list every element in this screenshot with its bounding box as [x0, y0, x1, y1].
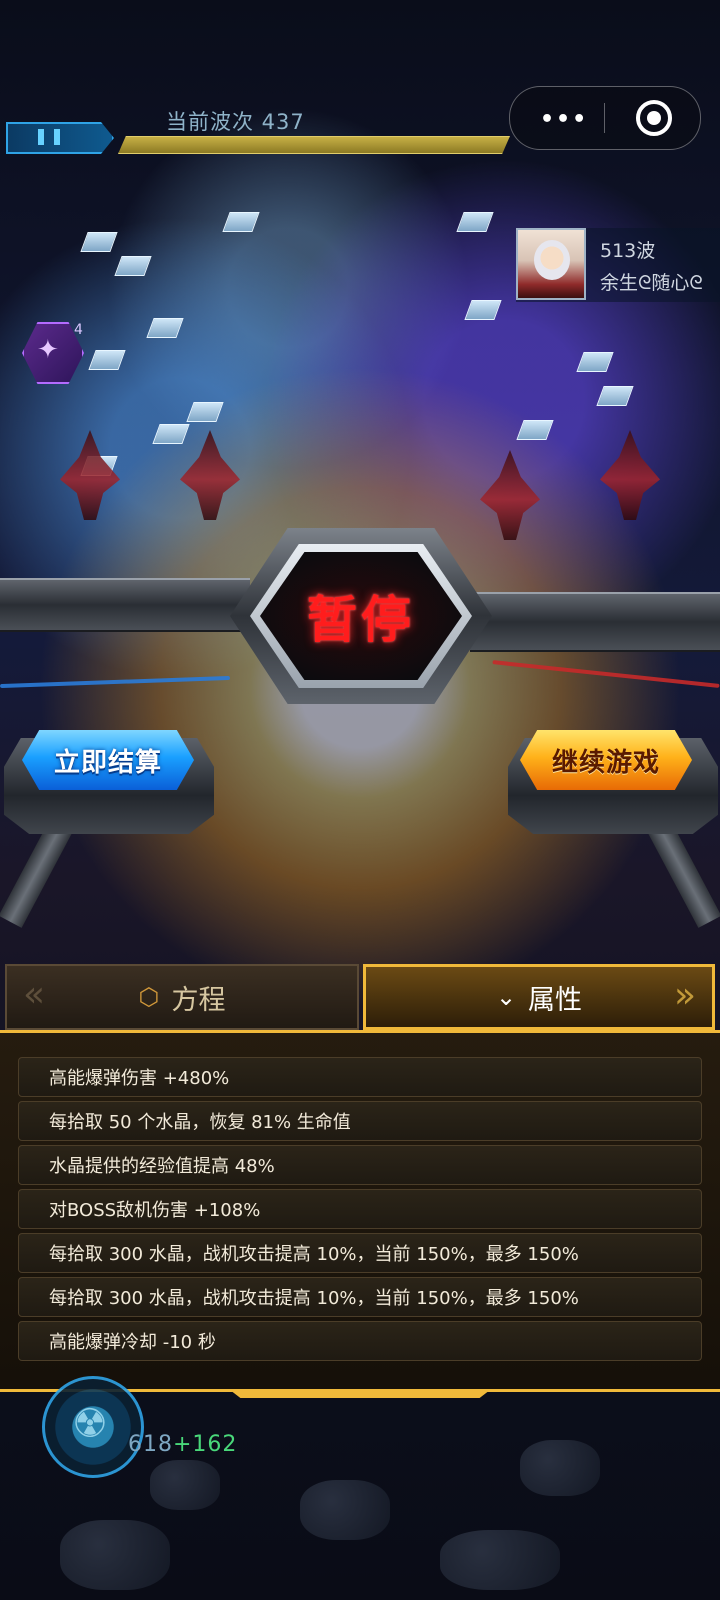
asteroid	[440, 1530, 560, 1590]
tab-attributes-label: 属性	[528, 984, 583, 1016]
close-target-icon[interactable]	[636, 100, 672, 136]
rival-wave: 513波	[600, 240, 656, 262]
enemy-ship	[180, 430, 240, 520]
score-readout: 618+162	[128, 1432, 237, 1457]
more-menu-button[interactable]: •••	[540, 107, 588, 132]
rival-name: 余生ᘓ随心ᘓ	[600, 272, 703, 294]
crystal-cube	[222, 212, 260, 232]
crystal-cube	[516, 420, 554, 440]
mech-arm-right	[470, 592, 720, 652]
skill-emblem-icon: ✦	[37, 335, 59, 365]
bomb-button[interactable]: ☢	[42, 1376, 144, 1478]
radiation-icon: ☢	[72, 1401, 108, 1447]
hexagon-icon: ⬡	[138, 983, 160, 1011]
crystal-cube	[152, 424, 190, 444]
game-scene: 当前波次 437 ••• 513波 余生ᘓ随心ᘓ ✦ 4 暂停 立即结算 继续游…	[0, 0, 720, 1600]
enemy-ship	[480, 450, 540, 540]
mech-arm-left	[0, 578, 250, 632]
pause-icon	[38, 129, 60, 145]
rival-card: 513波 余生ᘓ随心ᘓ	[516, 228, 720, 302]
cable-blue	[0, 675, 230, 689]
pause-title: 暂停	[307, 591, 415, 649]
tab-formula-label: 方程	[171, 984, 226, 1016]
score-value: 618	[128, 1432, 173, 1457]
crystal-cube	[186, 402, 224, 422]
wave-counter: 当前波次 437	[166, 110, 305, 134]
skill-count: 4	[74, 322, 83, 338]
settle-button[interactable]: 立即结算	[22, 730, 194, 790]
asteroid	[60, 1520, 170, 1590]
list-item: 每拾取 50 个水晶，恢复 81% 生命值	[18, 1101, 702, 1141]
avatar	[516, 228, 586, 300]
crystal-cube	[88, 350, 126, 370]
list-item: 每拾取 300 水晶，战机攻击提高 10%，当前 150%，最多 150%	[18, 1233, 702, 1273]
list-item: 每拾取 300 水晶，战机攻击提高 10%，当前 150%，最多 150%	[18, 1277, 702, 1317]
cable-red	[492, 660, 720, 688]
crystal-cube	[146, 318, 184, 338]
wave-progress-bar	[118, 136, 510, 154]
crystal-cube	[596, 386, 634, 406]
list-item: 水晶提供的经验值提高 48%	[18, 1145, 702, 1185]
enemy-ship	[60, 430, 120, 520]
score-bonus: +162	[173, 1432, 238, 1457]
list-item: 高能爆弹冷却 -10 秒	[18, 1321, 702, 1361]
asteroid	[150, 1460, 220, 1510]
capsule-divider	[604, 103, 605, 133]
crystal-cube	[80, 232, 118, 252]
enemy-ship	[600, 430, 660, 520]
pause-button[interactable]	[6, 122, 114, 154]
asteroid	[520, 1440, 600, 1496]
list-item: 高能爆弹伤害 +480%	[18, 1057, 702, 1097]
crystal-cube	[576, 352, 614, 372]
tab-attributes[interactable]: ⌄ 属性	[363, 964, 715, 1030]
crystal-cube	[464, 300, 502, 320]
continue-button[interactable]: 继续游戏	[520, 730, 692, 790]
attributes-panel[interactable]: 高能爆弹伤害 +480% 每拾取 50 个水晶，恢复 81% 生命值 水晶提供的…	[0, 1030, 720, 1392]
asteroid	[300, 1480, 390, 1540]
crystal-cube	[114, 256, 152, 276]
chevron-down-icon: ⌄	[495, 983, 517, 1011]
mini-program-capsule: •••	[509, 86, 701, 150]
tab-formula[interactable]: ⬡ 方程	[5, 964, 359, 1030]
list-item: 对BOSS敌机伤害 +108%	[18, 1189, 702, 1229]
crystal-cube	[456, 212, 494, 232]
